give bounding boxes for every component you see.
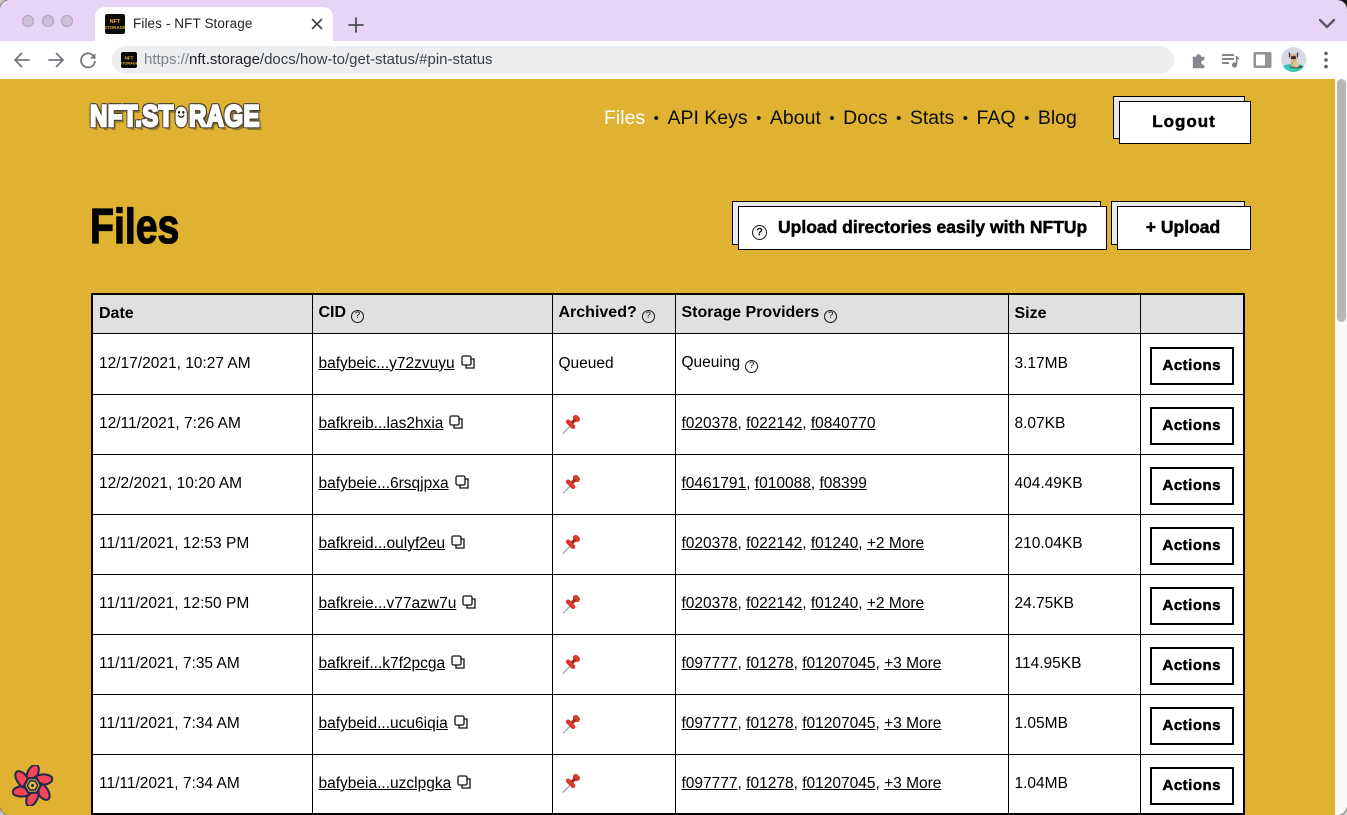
svg-text:STORAGE: STORAGE (105, 25, 125, 30)
svg-text:NFT: NFT (125, 56, 134, 61)
svg-text:STORAGE: STORAGE (121, 62, 137, 66)
